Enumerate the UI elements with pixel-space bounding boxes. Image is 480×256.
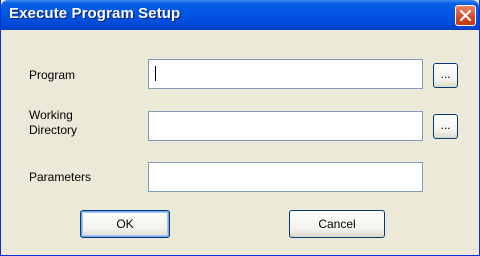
cancel-button[interactable]: Cancel [289, 210, 385, 238]
parameters-label: Parameters [29, 170, 92, 184]
working-directory-label-line2: Directory [29, 123, 78, 137]
close-icon [460, 10, 471, 21]
working-directory-browse-button[interactable]: ... [433, 114, 458, 139]
program-input[interactable] [148, 59, 423, 89]
text-caret [155, 66, 156, 81]
program-label: Program [29, 68, 76, 82]
program-browse-button[interactable]: ... [433, 63, 458, 88]
close-button[interactable] [455, 5, 476, 26]
dialog-title: Execute Program Setup [9, 5, 181, 22]
dialog-window: Execute Program Setup Program ... Workin… [0, 0, 480, 256]
parameters-input[interactable] [148, 162, 423, 192]
ok-button[interactable]: OK [80, 210, 170, 238]
working-directory-label-line1: Working [29, 108, 73, 122]
title-bar[interactable]: Execute Program Setup [1, 0, 479, 30]
working-directory-input[interactable] [148, 111, 423, 141]
